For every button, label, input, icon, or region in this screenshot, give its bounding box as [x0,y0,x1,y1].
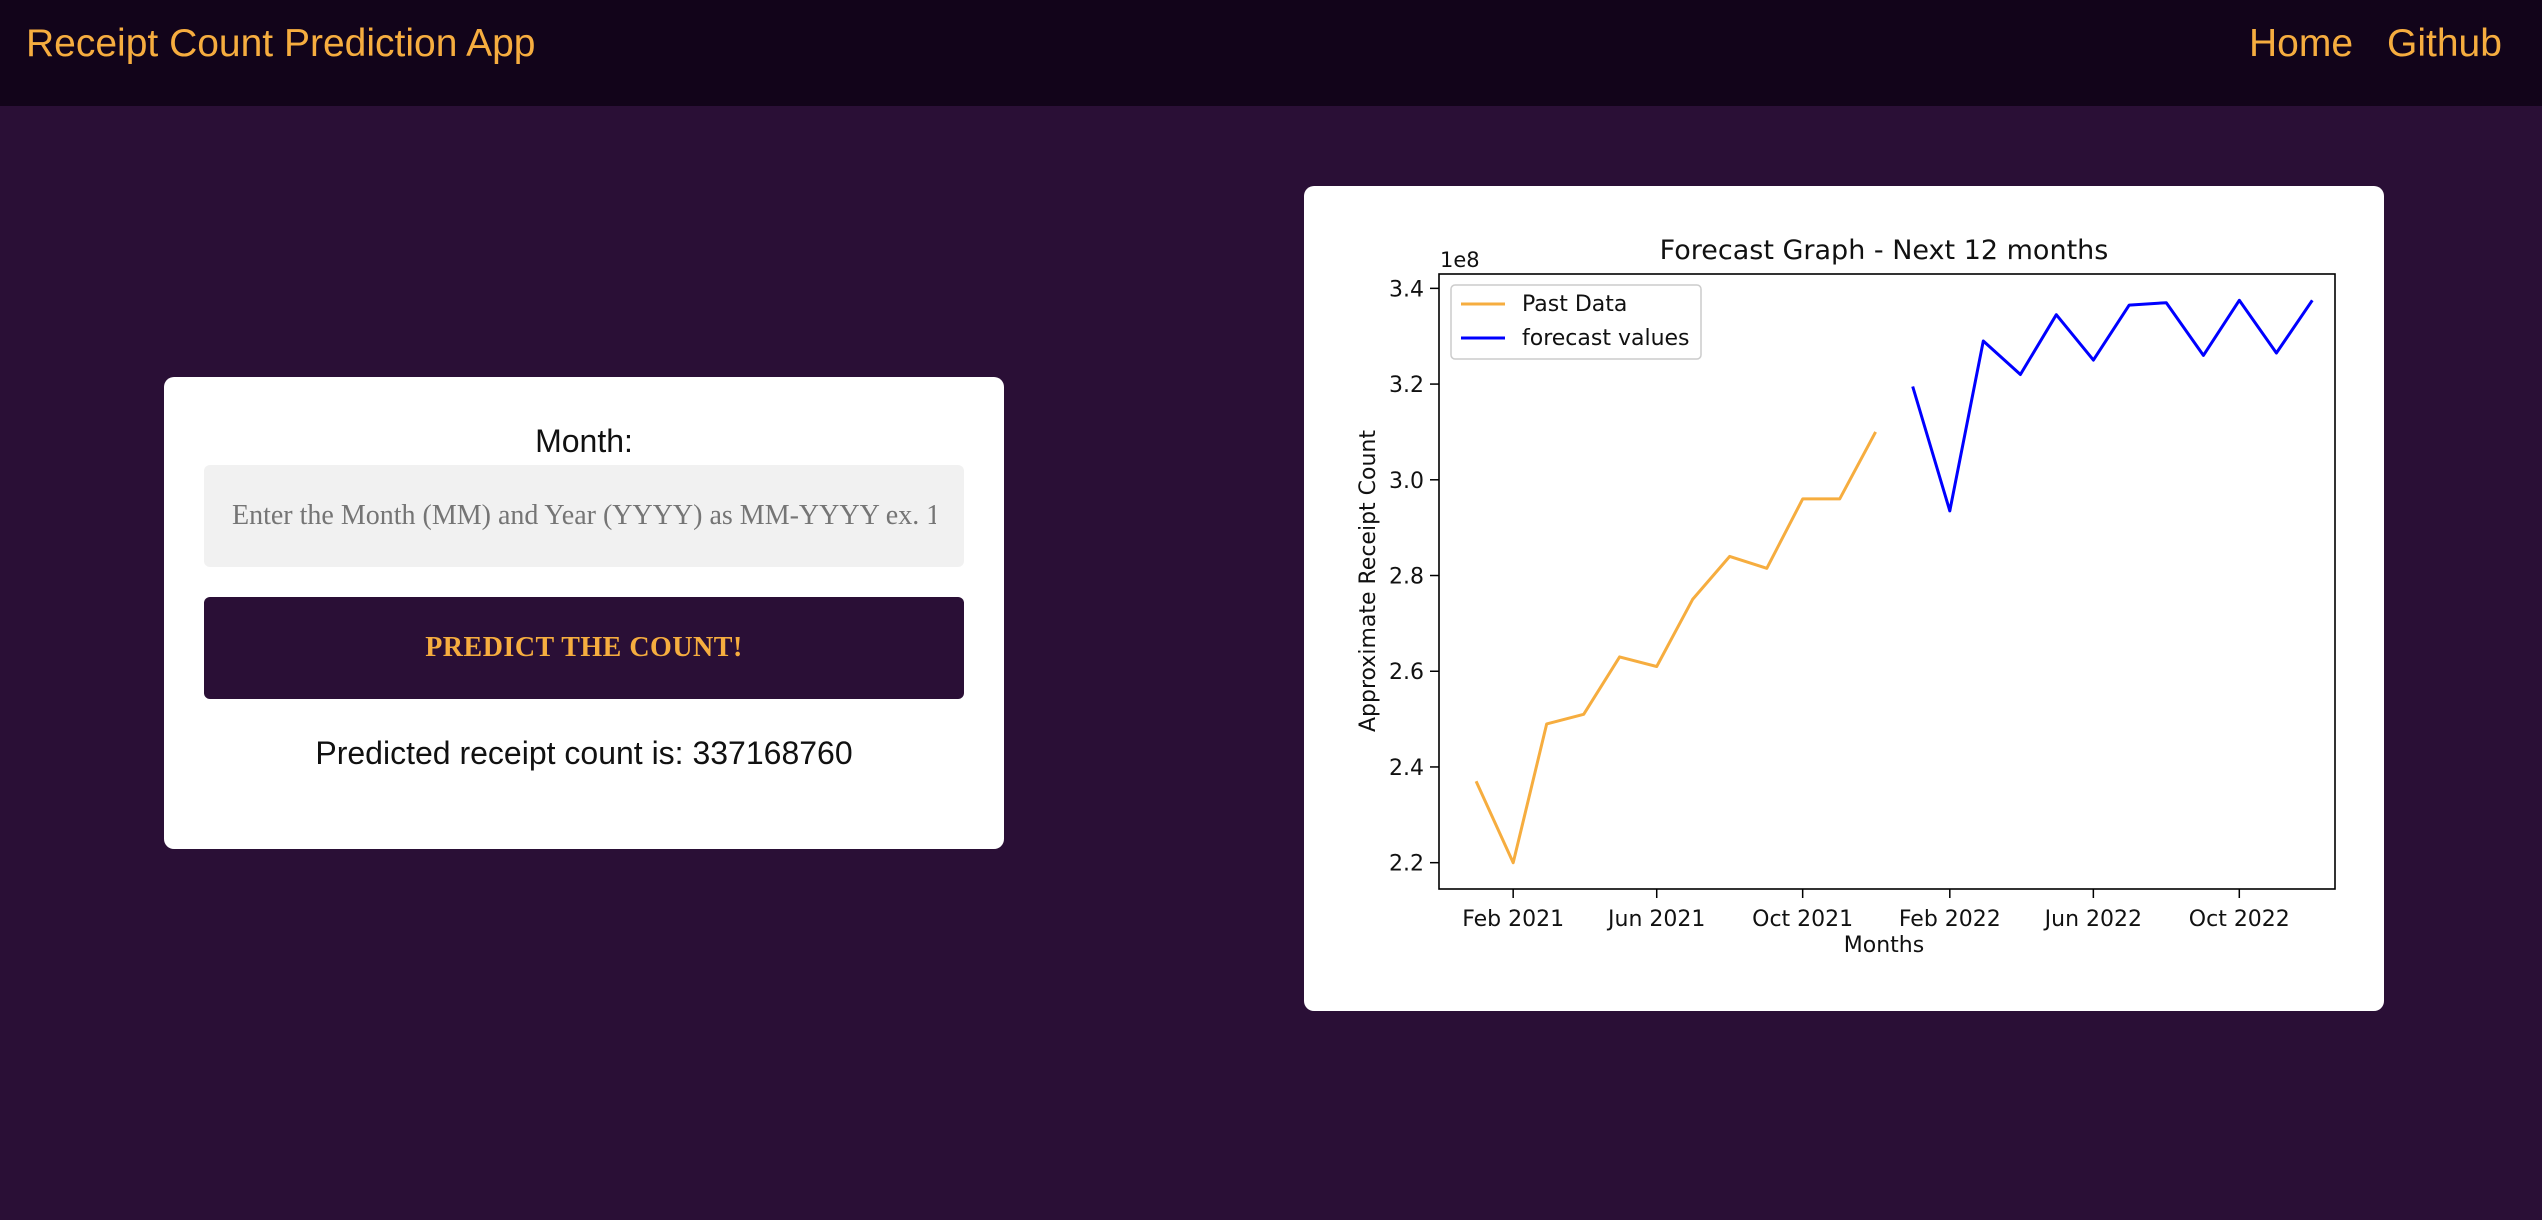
app-brand-link[interactable]: Receipt Count Prediction App [26,22,535,66]
y-tick-label: 2.2 [1389,852,1424,877]
series-line-past-data [1474,431,1877,865]
y-tick-label: 3.4 [1389,277,1424,302]
month-label: Month: [535,423,633,459]
y-axis-offset-label: 1e8 [1440,248,1480,272]
predicted-count-result: Predicted receipt count is: 337168760 [315,735,853,771]
x-tick-label: Oct 2022 [2189,907,2290,932]
x-axis-label: Months [1844,933,1924,958]
x-tick-label: Jun 2022 [2043,907,2142,932]
legend: Past Data forecast values [1450,284,1702,360]
x-tick-label: Feb 2021 [1462,907,1564,932]
x-tick-label: Jun 2021 [1606,907,1705,932]
top-navbar: Receipt Count Prediction App Home Github [0,0,2542,106]
month-input[interactable] [204,465,964,567]
legend-label-past-data: Past Data [1522,292,1627,317]
y-tick-label: 3.2 [1389,373,1424,398]
nav-home-link[interactable]: Home [2249,22,2353,66]
y-axis-label: Approximate Receipt Count [1356,430,1381,732]
plot-frame [1438,273,2336,890]
y-tick-label: 2.4 [1389,756,1424,781]
series-line-forecast-values [1911,298,2314,513]
y-tick-label: 2.8 [1389,565,1424,590]
forecast-chart-card: Forecast Graph - Next 12 months 1e8 Feb … [1304,186,2384,1011]
predict-button[interactable]: Predict the Count! [204,597,964,699]
forecast-chart: Forecast Graph - Next 12 months 1e8 Feb … [1356,235,2336,958]
x-tick-label: Oct 2021 [1752,907,1853,932]
legend-label-forecast-values: forecast values [1522,326,1690,351]
x-tick-label: Feb 2022 [1899,907,2001,932]
plot-area: Feb 2021 Jun 2021 Oct 2021 Feb 2022 Jun 2022… [1389,277,2314,932]
prediction-form: Month: Predict the Count! Predicted rece… [164,377,1004,849]
chart-title: Forecast Graph - Next 12 months [1660,235,2109,266]
nav-github-link[interactable]: Github [2387,22,2502,66]
y-tick-label: 2.6 [1389,660,1424,685]
y-tick-label: 3.0 [1389,469,1424,494]
